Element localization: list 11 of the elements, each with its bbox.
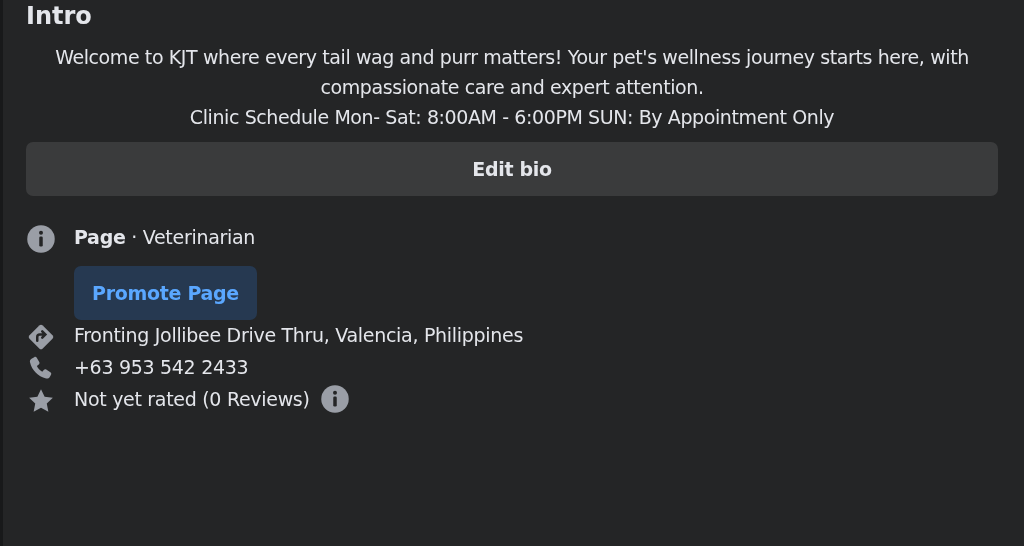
bio-text: Clinic Schedule Mon- Sat: 8:00AM - 6:00PM SUN: By Appointment Only xyxy=(189,105,835,130)
promote-page-button[interactable]: Promote Page xyxy=(74,266,257,320)
detail-text: Page · Veterinarian xyxy=(74,225,256,250)
edit-bio-button[interactable]: Edit bio xyxy=(26,142,998,196)
bio-text: Welcome to KJT where every tail wag and purr matters! Your pet's wellness journey starts here, with compassionate care and expert attention. xyxy=(54,45,970,100)
info-icon xyxy=(319,384,350,414)
section-title: Intro xyxy=(26,1,93,32)
detail-text: Not yet rated (0 Reviews) xyxy=(74,387,310,412)
detail-text: Fronting Jollibee Drive Thru, Valencia, Philippines xyxy=(74,323,523,348)
info-icon xyxy=(26,224,56,254)
detail-text: +63 953 542 2433 xyxy=(74,355,249,380)
